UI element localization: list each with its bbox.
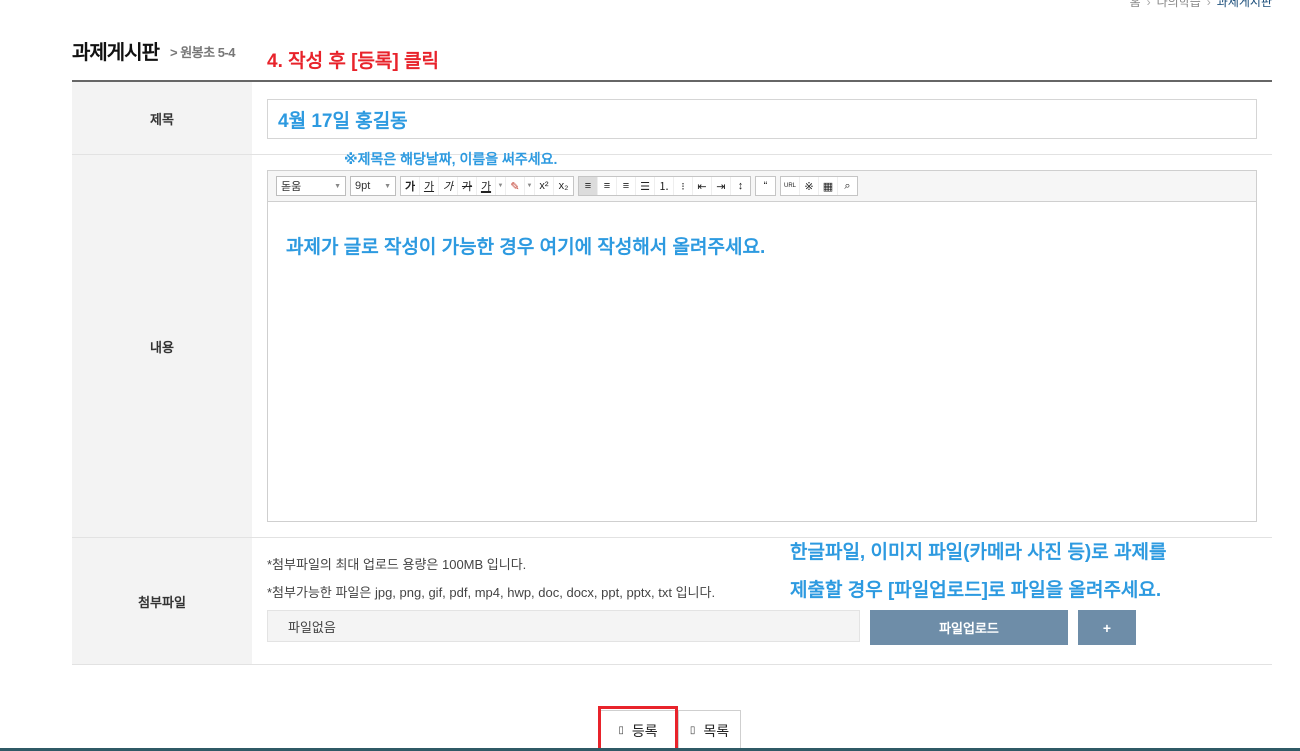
breadcrumb-level2[interactable]: 나의학습	[1157, 0, 1201, 9]
text-style-group: 가 가 가 가 가 ▼ ✎ ▼ x² x₂	[400, 176, 574, 196]
file-name-display: 파일없음	[267, 610, 860, 642]
annotation-file-hint-line2: 제출할 경우 [파일업로드]로 파일을 올려주세요.	[790, 580, 1162, 601]
title-input[interactable]	[267, 99, 1257, 139]
breadcrumb: 홈 › 나의학습 › 과제게시판	[1130, 0, 1272, 10]
editor-content-area[interactable]: 과제가 글로 작성이 가능한 경우 여기에 작성해서 올려주세요.	[268, 202, 1256, 289]
align-left-icon[interactable]: ≡	[579, 177, 598, 195]
italic-icon[interactable]: 가	[439, 177, 458, 195]
file-upload-button[interactable]: 파일업로드	[870, 610, 1068, 645]
add-file-button[interactable]: +	[1078, 610, 1136, 645]
annotation-file-hint-line1: 한글파일, 이미지 파일(카메라 사진 등)로 과제를	[790, 542, 1167, 563]
submit-button[interactable]: ▯ 등록	[599, 710, 677, 751]
title-label: 제목	[72, 82, 252, 154]
chevron-down-icon[interactable]: ▼	[525, 177, 535, 195]
unordered-list-icon[interactable]: ⁝	[674, 177, 693, 195]
font-size-value: 9pt	[355, 180, 371, 192]
page-title: 과제게시판	[72, 42, 160, 64]
align-center-icon[interactable]: ≡	[598, 177, 617, 195]
editor-toolbar: 돋움 ▼ 9pt ▼ 가 가 가 가 가 ▼ ✎ ▼ x² x₂ ≡ ≡ ≡ ☰…	[268, 171, 1256, 202]
superscript-icon[interactable]: x²	[535, 177, 554, 195]
breadcrumb-home[interactable]: 홈	[1130, 0, 1141, 9]
bold-icon[interactable]: 가	[401, 177, 420, 195]
chevron-down-icon[interactable]: ▼	[496, 177, 506, 195]
quote-icon[interactable]: “	[756, 177, 775, 195]
annotation-title-hint: ※제목은 해당날짜, 이름을 써주세요.	[344, 151, 558, 167]
strikethrough-icon[interactable]: 가	[458, 177, 477, 195]
chevron-down-icon: ▼	[384, 182, 391, 190]
attachment-size-note: *첨부파일의 최대 업로드 용량은 100MB 입니다.	[267, 557, 527, 572]
subscript-icon[interactable]: x₂	[554, 177, 573, 195]
breadcrumb-separator: ›	[1146, 0, 1151, 9]
background-color-icon[interactable]: ✎	[506, 177, 525, 195]
font-size-select[interactable]: 9pt ▼	[350, 176, 396, 196]
submit-icon: ▯	[618, 725, 624, 736]
special-char-icon[interactable]: ※	[800, 177, 819, 195]
breadcrumb-separator: ›	[1206, 0, 1211, 9]
annotation-step: 4. 작성 후 [등록] 클릭	[267, 51, 439, 72]
outdent-icon[interactable]: ⇤	[693, 177, 712, 195]
list-button[interactable]: ▯ 목록	[678, 710, 741, 751]
insert-group: URL ※ ▦ ⌕	[780, 176, 858, 196]
align-justify-icon[interactable]: ☰	[636, 177, 655, 195]
title-row: 제목	[72, 82, 1272, 155]
chevron-down-icon: ▼	[334, 182, 341, 190]
align-right-icon[interactable]: ≡	[617, 177, 636, 195]
annotation-file-hint: 한글파일, 이미지 파일(카메라 사진 등)로 과제를 제출할 경우 [파일업로…	[790, 534, 1166, 610]
find-icon[interactable]: ⌕	[838, 177, 857, 195]
rich-text-editor: 돋움 ▼ 9pt ▼ 가 가 가 가 가 ▼ ✎ ▼ x² x₂ ≡ ≡ ≡ ☰…	[267, 170, 1257, 522]
list-icon: ▯	[689, 725, 696, 736]
post-form: 제목 내용 ※제목은 해당날짜, 이름을 써주세요. 돋움 ▼ 9pt ▼ 가 가 …	[72, 80, 1272, 665]
indent-icon[interactable]: ⇥	[712, 177, 731, 195]
quote-group: “	[755, 176, 776, 196]
attachment-row: 첨부파일 *첨부파일의 최대 업로드 용량은 100MB 입니다. *첨부가능한…	[72, 538, 1272, 665]
underline-icon[interactable]: 가	[420, 177, 439, 195]
ordered-list-icon[interactable]: ⒈	[655, 177, 674, 195]
font-family-value: 돋움	[281, 181, 302, 193]
link-icon[interactable]: URL	[781, 177, 800, 195]
font-family-select[interactable]: 돋움 ▼	[276, 176, 346, 196]
content-row: 내용 ※제목은 해당날짜, 이름을 써주세요. 돋움 ▼ 9pt ▼ 가 가 가 가…	[72, 151, 1272, 538]
table-icon[interactable]: ▦	[819, 177, 838, 195]
font-color-icon[interactable]: 가	[477, 177, 496, 195]
list-label: 목록	[703, 722, 730, 739]
breadcrumb-current: 과제게시판	[1216, 0, 1272, 9]
attachment-label: 첨부파일	[72, 538, 252, 664]
line-height-icon[interactable]: ↕	[731, 177, 750, 195]
paragraph-group: ≡ ≡ ≡ ☰ ⒈ ⁝ ⇤ ⇥ ↕	[578, 176, 751, 196]
page-subtitle: > 원봉초 5-4	[170, 45, 236, 60]
submit-label: 등록	[631, 722, 658, 739]
attachment-type-note: *첨부가능한 파일은 jpg, png, gif, pdf, mp4, hwp,…	[267, 585, 716, 600]
content-label: 내용	[72, 155, 252, 537]
content-text: 과제가 글로 작성이 가능한 경우 여기에 작성해서 올려주세요.	[286, 237, 766, 258]
